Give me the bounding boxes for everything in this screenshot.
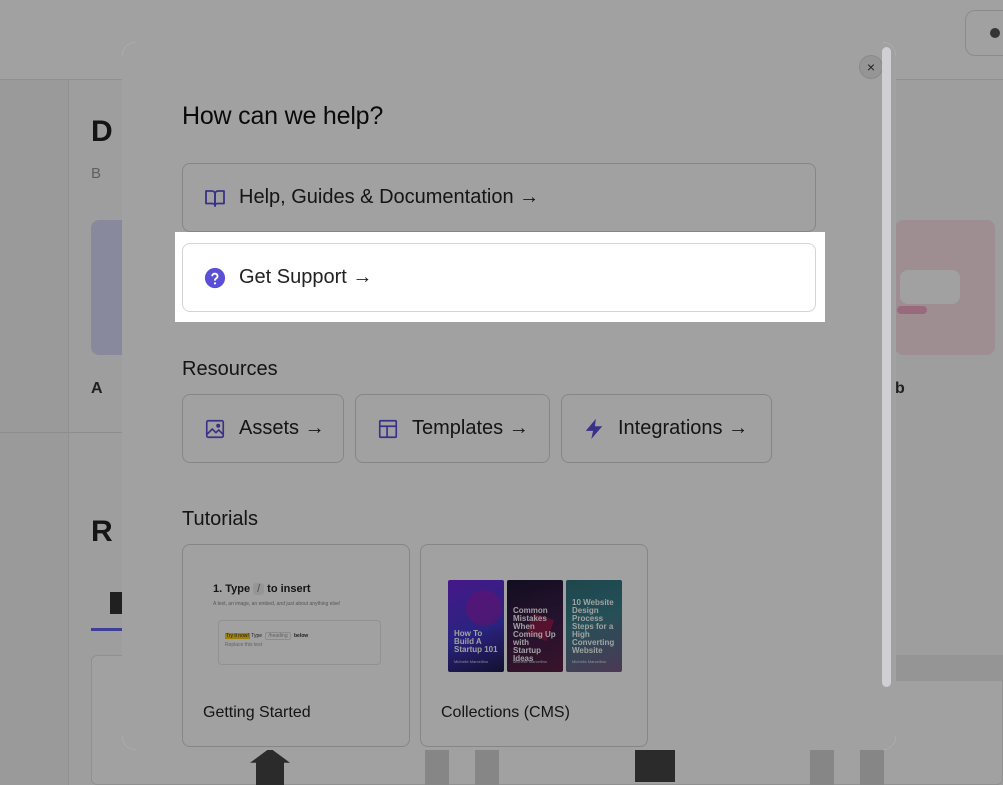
lightning-bolt-icon: [582, 417, 606, 441]
getting-started-thumbnail-heading: 1. Type / to insert: [213, 583, 311, 595]
getting-started-thumbnail-editor: Try it now! Type /heading below Replace …: [218, 620, 381, 665]
help-docs-link[interactable]: Help, Guides & Documentation →: [182, 163, 816, 232]
assets-label: Assets →: [239, 417, 325, 439]
close-button[interactable]: ×: [859, 55, 883, 79]
get-support-label: Get Support →: [239, 266, 373, 288]
image-icon: [203, 417, 227, 441]
templates-label: Templates →: [412, 417, 529, 439]
book-cover: Common Mistakes When Coming Up with Star…: [507, 580, 563, 672]
integrations-label: Integrations →: [618, 417, 749, 439]
scrollbar[interactable]: [882, 47, 891, 687]
book-open-icon: [203, 186, 227, 210]
modal-title: How can we help?: [182, 102, 384, 130]
layout-icon: [376, 417, 400, 441]
assets-button[interactable]: Assets →: [182, 394, 344, 463]
close-icon: ×: [866, 59, 876, 75]
get-support-link[interactable]: Get Support →: [182, 243, 816, 312]
resources-heading: Resources: [182, 358, 278, 380]
question-circle-icon: [203, 266, 227, 290]
get-support-highlight: Get Support →: [175, 232, 825, 322]
tutorial-label: Collections (CMS): [441, 704, 570, 721]
help-docs-label: Help, Guides & Documentation →: [239, 186, 540, 208]
book-cover: How To Build A Startup 101 Michelle Marc…: [448, 580, 508, 672]
integrations-button[interactable]: Integrations →: [561, 394, 772, 463]
getting-started-thumbnail-text: A text, an image, an embed, and just abo…: [213, 601, 341, 607]
book-cover: 10 Website Design Process Steps for a Hi…: [566, 580, 622, 672]
tutorial-card-getting-started[interactable]: 1. Type / to insert A text, an image, an e…: [182, 544, 410, 747]
tutorial-card-collections[interactable]: How To Build A Startup 101 Michelle Marc…: [420, 544, 648, 747]
tutorial-label: Getting Started: [203, 704, 311, 721]
help-modal: × How can we help? Help, Guides & Docume…: [122, 42, 896, 750]
tutorials-heading: Tutorials: [182, 508, 258, 530]
templates-button[interactable]: Templates →: [355, 394, 550, 463]
